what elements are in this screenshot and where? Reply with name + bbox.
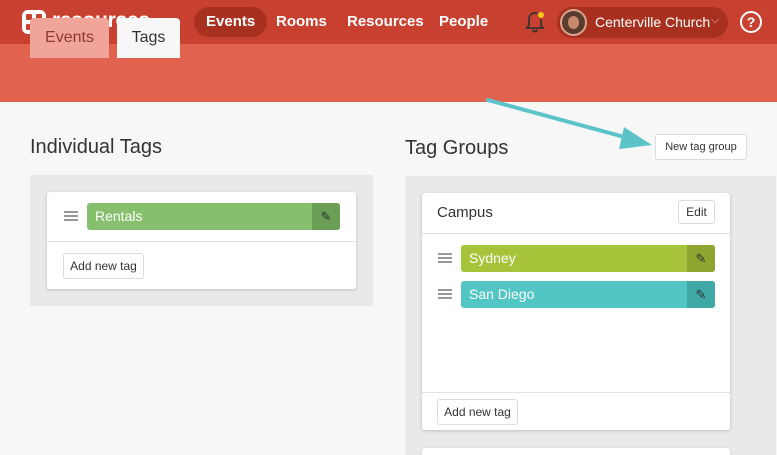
annotation-arrow-icon — [486, 98, 652, 149]
